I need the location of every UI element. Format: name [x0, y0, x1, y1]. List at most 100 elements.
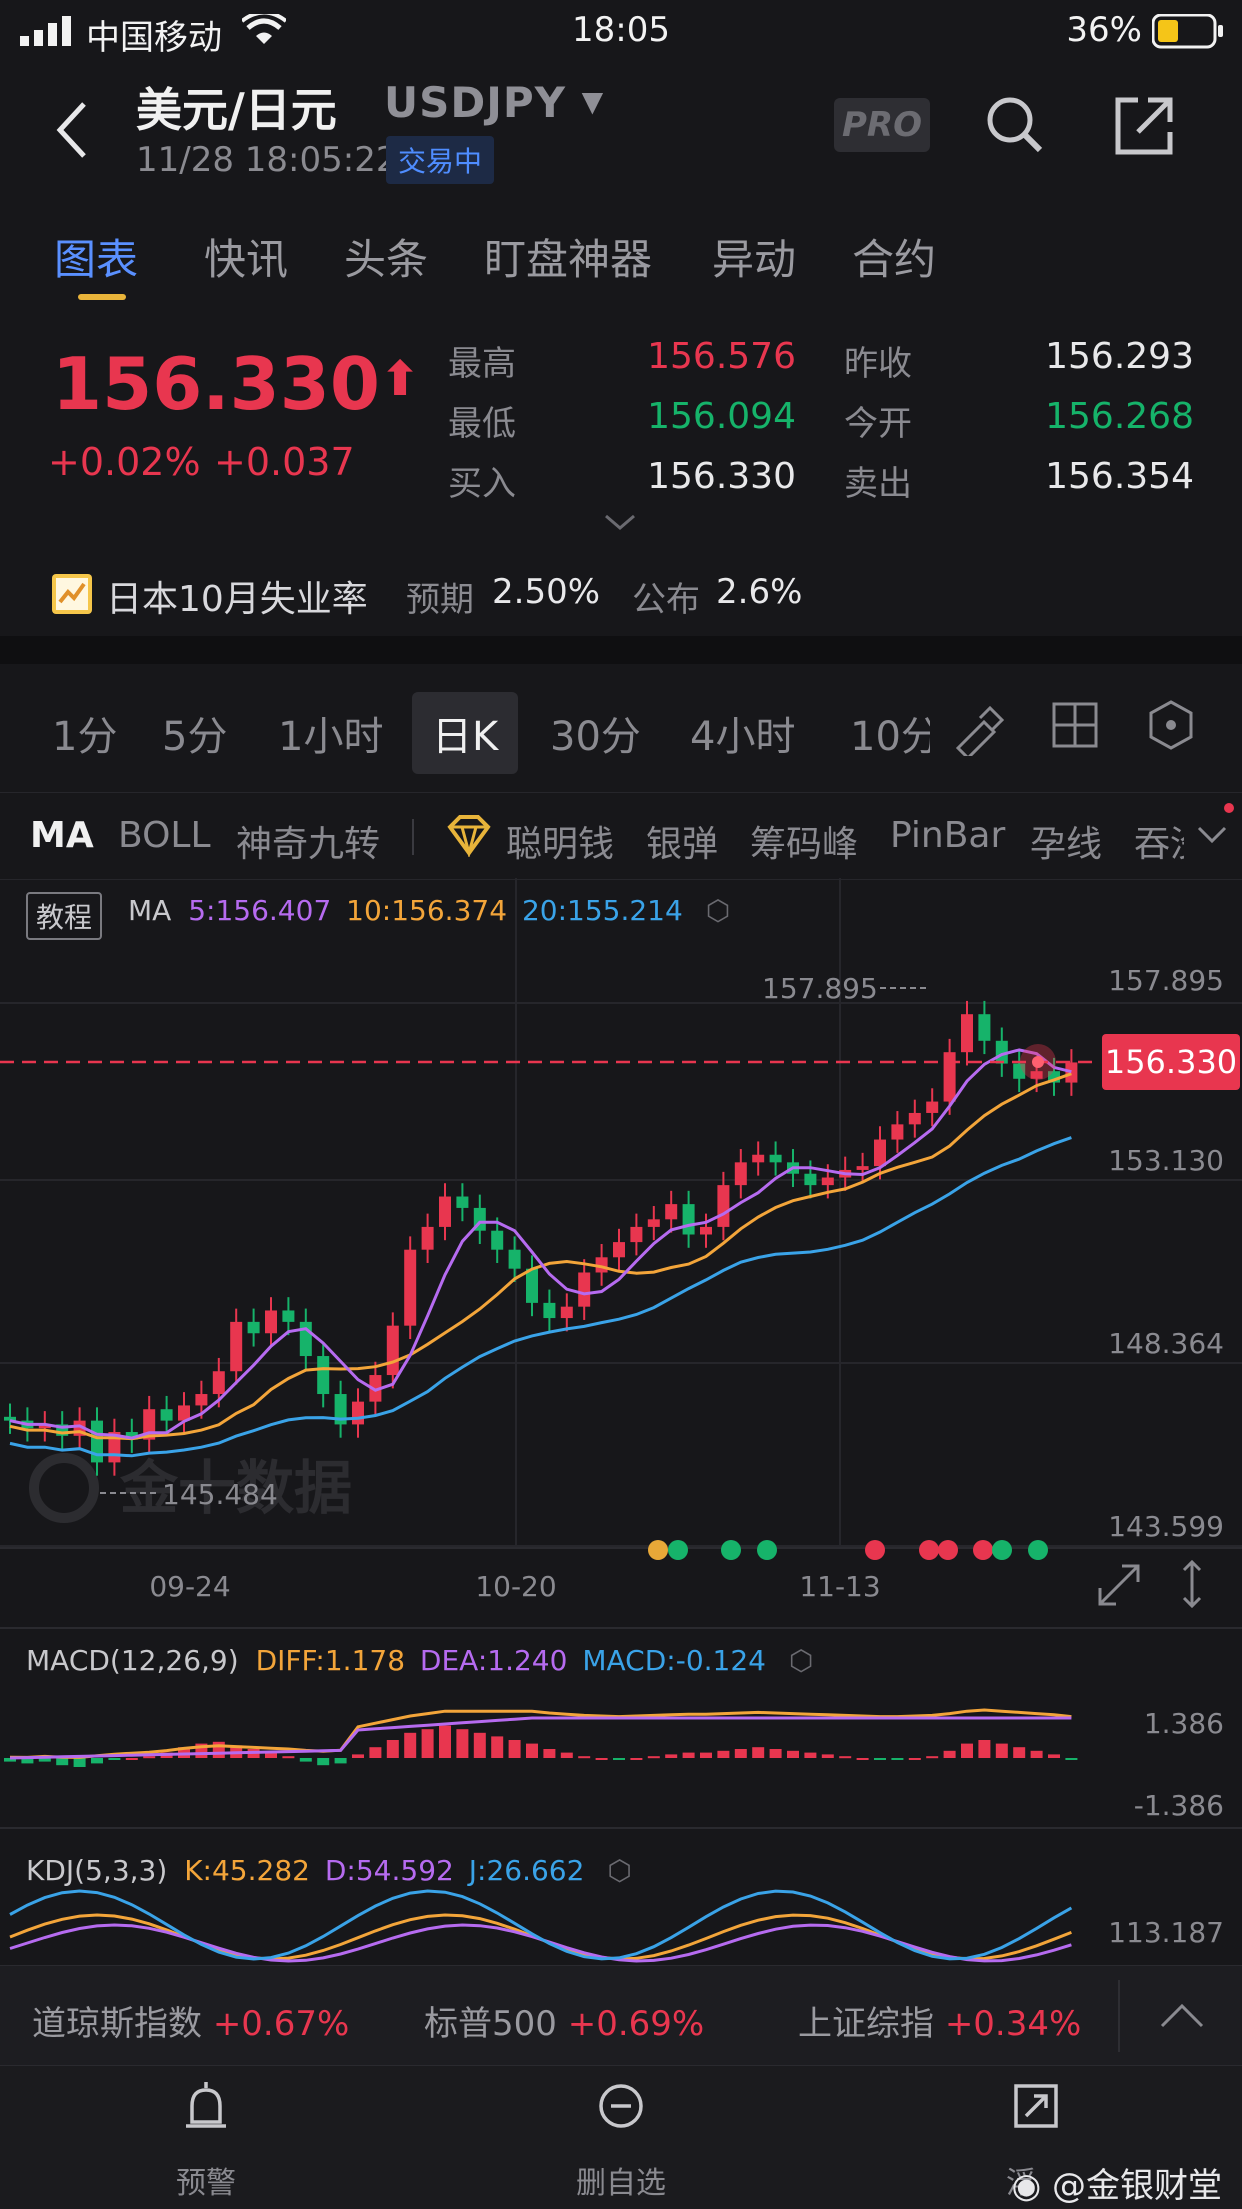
macd-bar: [317, 1758, 330, 1766]
macd-bar: [526, 1743, 538, 1758]
float-window-icon[interactable]: [956, 2082, 1116, 2138]
candle-body: [543, 1302, 556, 1319]
candle-body: [978, 1014, 991, 1041]
tab-monitor[interactable]: 盯盘神器: [484, 226, 652, 287]
nav-remove-watchlist[interactable]: 删自选: [541, 2158, 701, 2202]
timeframe-30m[interactable]: 30分: [550, 704, 641, 762]
economic-event[interactable]: 日本10月失业率 预期 2.50% 公布 2.6%: [48, 566, 948, 626]
chart-grid: [0, 878, 1242, 1829]
macd-bar: [543, 1749, 556, 1758]
bid-value: 156.330: [647, 456, 796, 497]
ma5-value: 5:156.407: [188, 894, 332, 927]
candle-body: [700, 1226, 712, 1235]
chevron-up-icon[interactable]: [1158, 2000, 1206, 2030]
share-icon[interactable]: [1114, 96, 1174, 156]
tab-contract[interactable]: 合约: [852, 226, 936, 287]
ma-settings-icon[interactable]: ⬡: [706, 894, 730, 927]
macd-bar: [630, 1758, 643, 1760]
candle-body: [456, 1196, 469, 1208]
macd-bar: [386, 1740, 399, 1758]
indicator-more[interactable]: [1182, 803, 1242, 869]
timeframe-5m[interactable]: 5分: [162, 704, 227, 762]
candle-body: [665, 1204, 678, 1220]
macd-bar: [961, 1743, 973, 1758]
indicator-chip-peak[interactable]: 筹码峰: [750, 815, 858, 867]
timeframe-1m[interactable]: 1分: [52, 704, 117, 762]
change-percent: +0.02%: [48, 440, 201, 484]
chevron-down-icon: [1197, 826, 1227, 844]
timeframe-4h[interactable]: 4小时: [690, 704, 795, 762]
candle-body: [230, 1321, 243, 1372]
prev-close-label: 昨收: [844, 344, 912, 384]
macd-bar: [891, 1758, 904, 1760]
indicator-td9[interactable]: 神奇九转: [236, 815, 380, 867]
open-label: 今开: [844, 404, 912, 444]
indicator-boll[interactable]: BOLL: [118, 815, 211, 856]
tab-headlines[interactable]: 头条: [344, 226, 428, 287]
low-label: 最低: [448, 404, 516, 444]
indicator-engulfing[interactable]: 吞没: [1134, 815, 1184, 867]
tab-anomaly[interactable]: 异动: [712, 226, 796, 287]
macd-dea-line: [9, 1716, 1072, 1760]
fullscreen-icon[interactable]: [1098, 1564, 1140, 1606]
pro-button[interactable]: PRO: [834, 98, 930, 152]
candle-body: [891, 1124, 904, 1140]
remove-watchlist-icon[interactable]: [541, 2082, 701, 2138]
candle-body: [526, 1268, 538, 1303]
symbol-label: USDJPY: [384, 78, 567, 127]
indicator-silver-bullet[interactable]: 银弹: [646, 815, 718, 867]
macd-bar: [578, 1756, 591, 1759]
last-price: 156.330⬆: [52, 342, 421, 426]
indicator-inside-bar[interactable]: 孕线: [1030, 815, 1102, 867]
macd-bar: [299, 1758, 312, 1762]
symbol-selector[interactable]: USDJPY ▼: [384, 78, 604, 127]
macd-bar: [978, 1740, 991, 1758]
macd-bar: [143, 1756, 156, 1759]
layout-grid-icon[interactable]: [1052, 702, 1098, 748]
indicator-smart-money[interactable]: 聪明钱: [506, 815, 614, 867]
expand-chevron-icon[interactable]: [604, 512, 636, 532]
timeframe-1h[interactable]: 1小时: [278, 704, 383, 762]
candlestick-chart[interactable]: 金十数据 156.330 157.895 145.484 157.895 153…: [0, 878, 1242, 1965]
macd-label: MACD(12,26,9): [26, 1644, 239, 1677]
candle-body: [874, 1139, 886, 1167]
settings-hexagon-icon[interactable]: [1146, 700, 1196, 750]
tab-flash[interactable]: 快讯: [204, 226, 288, 287]
event-dots[interactable]: [648, 1540, 1048, 1560]
back-icon[interactable]: [52, 98, 92, 162]
open-value: 156.268: [1045, 396, 1194, 437]
tutorial-button[interactable]: 教程: [26, 892, 103, 940]
alert-icon[interactable]: [126, 2082, 286, 2138]
vertical-scale-icon[interactable]: [1182, 1559, 1202, 1609]
tab-chart[interactable]: 图表: [54, 226, 138, 287]
macd-legend: MACD(12,26,9) DIFF:1.178 DEA:1.240 MACD:…: [26, 1644, 813, 1677]
chart-area[interactable]: 金十数据 156.330 157.895 145.484 157.895 153…: [0, 878, 1242, 1965]
nav-alert[interactable]: 预警: [126, 2158, 286, 2202]
indicator-ma[interactable]: MA: [30, 815, 94, 856]
market-ticker[interactable]: 道琼斯指数 +0.67% 标普500 +0.69% 上证综指 +0.34%: [0, 1965, 1242, 2066]
timeframe-daily[interactable]: 日K: [412, 692, 519, 774]
indicator-pinbar[interactable]: PinBar: [890, 815, 1005, 856]
macd-bar: [334, 1758, 347, 1764]
high-marker: 157.895: [762, 972, 878, 1005]
timeframe-10m[interactable]: 10分: [850, 704, 930, 762]
drawing-tool-icon[interactable]: [950, 700, 1006, 756]
ask-label: 卖出: [844, 464, 912, 504]
macd-bar: [369, 1747, 382, 1758]
event-actual-value: 2.6%: [716, 572, 803, 612]
macd-settings-icon[interactable]: ⬡: [789, 1644, 813, 1677]
indicator-bar: MA BOLL 神奇九转 聪明钱 银弹 筹码峰 PinBar 孕线 吞没: [0, 792, 1242, 880]
quote-datetime: 11/28 18:05:22: [136, 140, 398, 180]
candle-body: [630, 1226, 643, 1243]
ma-legend: MA 5:156.407 10:156.374 20:155.214 ⬡: [128, 894, 730, 927]
kdj-j-line: [9, 1889, 1073, 1961]
weibo-icon: ◉: [1011, 2166, 1042, 2206]
candle-body: [856, 1166, 869, 1170]
macd-bar: [421, 1729, 434, 1758]
diamond-icon: [447, 815, 491, 857]
kdj-settings-icon[interactable]: ⬡: [607, 1854, 631, 1887]
price-tick-4: 143.599: [1108, 1510, 1224, 1543]
candle-body: [926, 1101, 939, 1113]
ma-legend-label: MA: [128, 894, 172, 927]
search-icon[interactable]: [984, 94, 1046, 156]
